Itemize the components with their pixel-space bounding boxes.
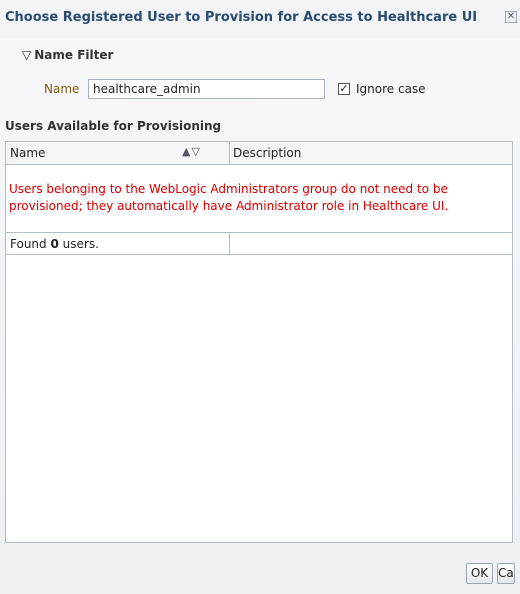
status-row: Found 0 users. (6, 232, 512, 255)
column-divider (229, 142, 230, 164)
column-description-header[interactable]: Description (233, 146, 301, 160)
name-filter-title: Name Filter (34, 48, 114, 62)
table-header: Name ▲▽ Description (6, 142, 512, 165)
admin-group-message: Users belonging to the WebLogic Administ… (9, 182, 449, 213)
triangle-down-icon: ▽ (22, 48, 32, 62)
sort-icon[interactable]: ▲▽ (182, 145, 201, 158)
name-label: Name (44, 82, 80, 96)
name-input[interactable] (88, 79, 325, 99)
found-count-text: Found 0 users. (10, 237, 99, 251)
ignore-case-checkbox[interactable]: ✓ (338, 83, 350, 95)
found-suffix: users. (58, 237, 99, 251)
column-name-header[interactable]: Name (10, 146, 45, 160)
close-icon[interactable]: ✕ (505, 11, 517, 23)
dialog-titlebar: Choose Registered User to Provision for … (0, 0, 520, 38)
name-filter-toggle[interactable]: ▽ Name Filter (22, 48, 113, 62)
provision-user-dialog: Choose Registered User to Provision for … (0, 0, 520, 594)
users-table: Name ▲▽ Description Users belonging to t… (5, 141, 513, 543)
found-count: 0 (50, 237, 59, 251)
cancel-button[interactable]: Cancel (497, 563, 515, 584)
ignore-case-label: Ignore case (356, 82, 426, 96)
ok-button[interactable]: OK (466, 563, 493, 584)
found-prefix: Found (10, 237, 51, 251)
users-section-title: Users Available for Provisioning (5, 119, 222, 133)
dialog-title: Choose Registered User to Provision for … (5, 10, 478, 25)
status-divider (229, 233, 230, 254)
